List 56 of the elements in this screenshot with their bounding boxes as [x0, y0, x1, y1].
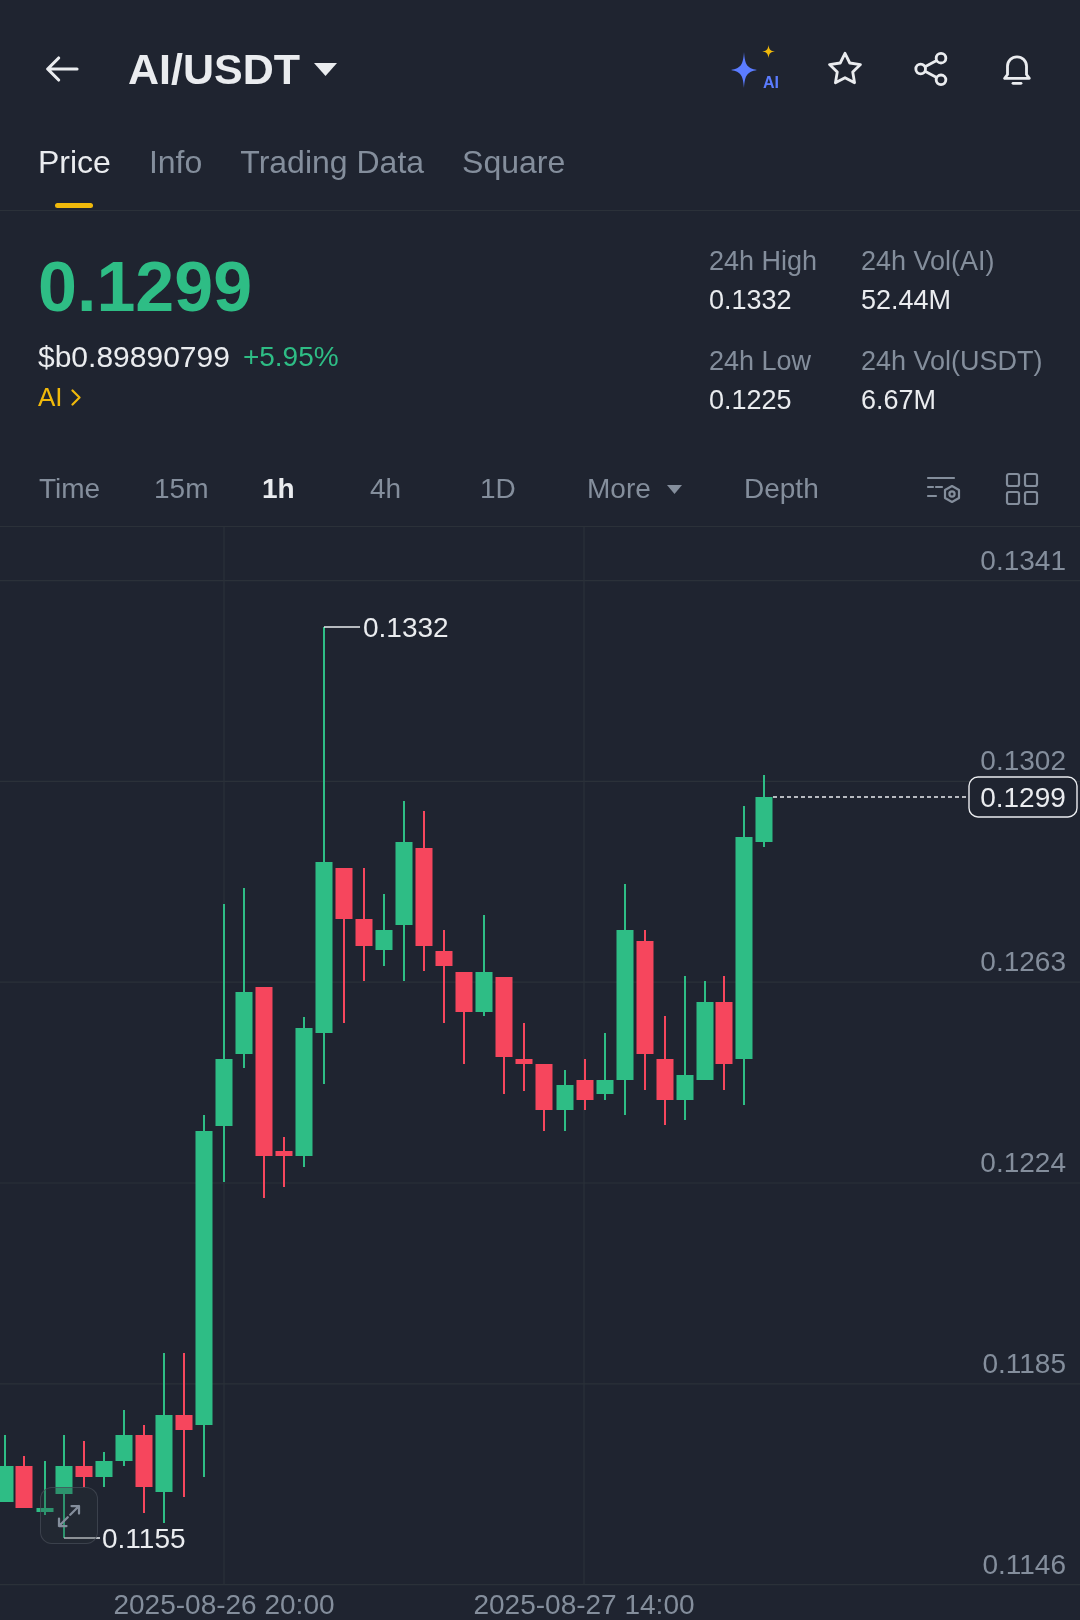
price-axis-label: 0.1224 — [980, 1147, 1066, 1178]
leader-line — [323, 626, 361, 628]
candle — [515, 1023, 533, 1091]
price-axis-label: 0.1146 — [982, 1548, 1066, 1580]
pair-selector[interactable]: AI/USDT — [128, 44, 337, 94]
stat-label: 24h Vol(AI) — [861, 245, 996, 277]
chart-tab[interactable]: 4h — [370, 472, 402, 506]
chart-tab[interactable]: Depth — [744, 472, 819, 506]
tab[interactable]: Trading Data — [240, 143, 425, 208]
chart-tab[interactable]: 15m — [154, 472, 209, 506]
ai-assistant-button[interactable]: AI — [731, 45, 779, 93]
stat-value: 0.1332 — [709, 284, 793, 316]
last-price-tag: 0.1299 — [968, 776, 1078, 818]
stat-label: 24h Low — [709, 345, 813, 377]
chart-tab[interactable]: Time — [39, 472, 101, 506]
chart-tab[interactable]: 1h — [262, 472, 295, 506]
tab[interactable]: Price — [38, 143, 111, 208]
stat-value: 6.67M — [861, 384, 938, 416]
expand-button[interactable] — [40, 1487, 98, 1544]
price-axis-label: 0.1185 — [982, 1347, 1066, 1379]
grid-layout-icon[interactable] — [1005, 472, 1039, 506]
candle — [95, 1452, 113, 1487]
stat-value: 52.44M — [861, 284, 953, 316]
candle — [15, 1456, 33, 1508]
candle — [755, 775, 773, 847]
leader-line — [63, 1537, 101, 1539]
caret-down-icon[interactable] — [314, 62, 337, 76]
time-axis-label: 2025-08-27 14:00 — [473, 1589, 695, 1620]
last-price: 0.1299 — [38, 252, 253, 322]
candle — [115, 1410, 133, 1466]
candle — [596, 1033, 614, 1100]
high-price-label: 0.1332 — [363, 612, 449, 643]
chart-tab[interactable]: 1D — [480, 472, 516, 506]
stat-value: 0.1225 — [709, 384, 793, 416]
price-axis-label: 0.1263 — [980, 946, 1066, 978]
stat-label: 24h High — [709, 245, 819, 277]
low-price-label: 0.1155 — [102, 1523, 186, 1554]
tab[interactable]: Square — [462, 143, 566, 208]
stat-label: 24h Vol(USDT) — [861, 345, 1044, 377]
dropdown-button[interactable]: More — [587, 472, 682, 506]
candle — [535, 1064, 553, 1131]
candle — [576, 1059, 594, 1110]
candle — [556, 1070, 574, 1131]
price-axis-label: 0.1341 — [980, 544, 1066, 576]
fiat-price: $b0.89890799 — [38, 339, 230, 375]
candle — [275, 1137, 293, 1187]
candle — [375, 894, 393, 966]
candle — [0, 1435, 14, 1502]
time-axis-label: 2025-08-26 20:00 — [113, 1589, 335, 1620]
price-change: +5.95% — [242, 340, 339, 374]
price-axis-label: 0.1302 — [980, 745, 1066, 777]
tab[interactable]: Info — [148, 143, 203, 208]
token-link[interactable]: AI — [38, 381, 81, 413]
chevron-right-icon[interactable] — [70, 388, 81, 406]
sparkle-icon — [762, 45, 775, 58]
candle — [75, 1441, 93, 1487]
